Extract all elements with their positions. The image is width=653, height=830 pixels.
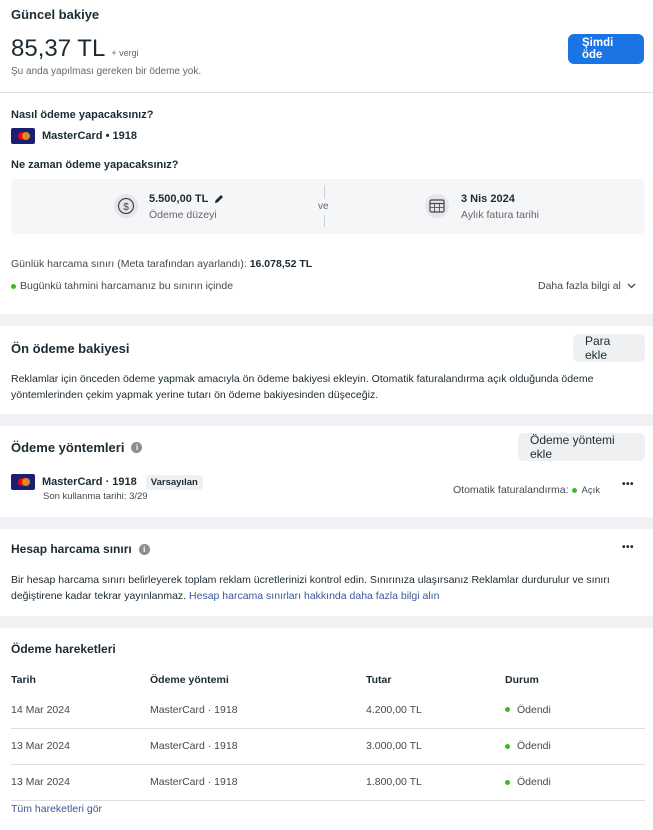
method-last-used: Son kullanma tarihi: 3/29 xyxy=(43,491,148,502)
chevron-down-icon xyxy=(627,283,636,289)
and-text: ve xyxy=(318,201,329,212)
billing-schedule-box: $ 5.500,00 TL Ödeme düzeyi ve 3 Nis 2024… xyxy=(11,179,645,234)
row-date: 14 Mar 2024 xyxy=(11,703,70,716)
prepaid-description: Reklamlar için önceden ödeme yapmak amac… xyxy=(11,373,594,401)
mastercard-icon xyxy=(11,128,35,144)
column-header-status: Durum xyxy=(505,674,539,686)
column-header-amount: Tutar xyxy=(366,674,392,686)
threshold-label: Ödeme düzeyi xyxy=(149,209,217,221)
vertical-divider-bottom xyxy=(324,215,325,227)
prepaid-title: Ön ödeme bakiyesi xyxy=(11,341,130,356)
bill-date: 3 Nis 2024 xyxy=(461,193,515,205)
table-row[interactable]: 13 Mar 2024 MasterCard · 1918 3.000,00 T… xyxy=(11,728,645,764)
section-gap xyxy=(0,616,653,628)
when-pay-label: Ne zaman ödeme yapacaksınız? xyxy=(11,159,179,171)
row-date: 13 Mar 2024 xyxy=(11,740,70,752)
auto-billing-row: Otomatik faturalandırma: Açık xyxy=(453,484,600,496)
transactions-table: Tarih Ödeme yöntemi Tutar Durum 14 Mar 2… xyxy=(11,668,645,801)
divider xyxy=(0,92,653,93)
transactions-card: Ödeme hareketleri Tarih Ödeme yöntemi Tu… xyxy=(0,628,653,830)
threshold-amount-row: 5.500,00 TL xyxy=(149,193,224,205)
more-options-icon[interactable]: ••• xyxy=(622,542,634,553)
table-header-row: Tarih Ödeme yöntemi Tutar Durum xyxy=(11,668,645,692)
within-limit-row: Bugünkü tahmini harcamanız bu sınırın iç… xyxy=(11,280,233,292)
daily-limit-value: 16.078,52 TL xyxy=(249,258,313,270)
status-dot-icon xyxy=(505,779,510,785)
row-method: MasterCard · 1918 xyxy=(150,776,238,788)
status-dot-icon xyxy=(11,283,16,289)
more-options-icon[interactable]: ••• xyxy=(622,479,634,490)
balance-amount: 85,37 TL xyxy=(11,35,106,62)
threshold-amount: 5.500,00 TL xyxy=(149,193,209,205)
more-info-label: Daha fazla bilgi al xyxy=(538,280,621,292)
method-card-label: MasterCard · 1918 xyxy=(42,476,137,488)
balance-subtext: Şu anda yapılması gereken bir ödeme yok. xyxy=(11,66,202,77)
row-amount: 1.800,00 TL xyxy=(366,776,422,788)
see-all-transactions-link[interactable]: Tüm hareketleri gör xyxy=(11,803,102,815)
spend-limit-card: Hesap harcama sınırı i ••• Bir hesap har… xyxy=(0,529,653,616)
spend-limit-description-block: Bir hesap harcama sınırı belirleyerek to… xyxy=(11,572,645,604)
column-header-date: Tarih xyxy=(11,674,36,686)
methods-title: Ödeme yöntemleri xyxy=(11,440,125,455)
method-row: MasterCard · 1918 Varsayılan xyxy=(11,474,203,490)
status-dot-icon xyxy=(505,707,510,713)
row-status-cell: Ödendi xyxy=(505,692,645,728)
payment-methods-card: Ödeme yöntemleri i Ödeme yöntemi ekle Ma… xyxy=(0,426,653,517)
vertical-divider-top xyxy=(324,185,325,199)
mastercard-icon xyxy=(11,474,35,490)
spend-limit-title: Hesap harcama sınırı xyxy=(11,542,132,556)
bill-date-label: Aylık fatura tarihi xyxy=(461,209,540,221)
section-gap xyxy=(0,314,653,326)
svg-text:$: $ xyxy=(123,202,129,213)
auto-billing-label: Otomatik faturalandırma: xyxy=(453,484,569,496)
status-dot-icon xyxy=(571,487,577,493)
prepaid-card: Ön ödeme bakiyesi Para ekle Reklamlar iç… xyxy=(0,326,653,414)
pencil-icon[interactable] xyxy=(214,194,224,204)
spend-limit-link[interactable]: Hesap harcama sınırları hakkında daha fa… xyxy=(189,590,439,602)
tax-note: + vergi xyxy=(111,48,139,58)
section-gap xyxy=(0,517,653,529)
spend-limit-title-row: Hesap harcama sınırı i xyxy=(11,542,150,556)
info-icon[interactable]: i xyxy=(138,543,150,555)
row-status: Ödendi xyxy=(517,703,551,716)
table-row[interactable]: 13 Mar 2024 MasterCard · 1918 1.800,00 T… xyxy=(11,764,645,800)
info-icon[interactable]: i xyxy=(131,442,143,453)
balance-amount-row: 85,37 TL + vergi xyxy=(11,35,139,63)
add-funds-button[interactable]: Para ekle xyxy=(573,334,645,362)
transactions-title: Ödeme hareketleri xyxy=(11,642,116,656)
table-row[interactable]: 14 Mar 2024 MasterCard · 1918 4.200,00 T… xyxy=(11,692,645,728)
pay-now-button[interactable]: Şimdi öde xyxy=(568,34,644,64)
methods-title-row: Ödeme yöntemleri i xyxy=(11,440,143,455)
calendar-icon xyxy=(425,194,449,218)
daily-limit-row: Günlük harcama sınırı (Meta tarafından a… xyxy=(11,258,312,270)
row-status: Ödendi xyxy=(517,740,551,752)
more-info-link[interactable]: Daha fazla bilgi al xyxy=(538,280,636,292)
row-status-cell: Ödendi xyxy=(505,764,645,800)
row-date: 13 Mar 2024 xyxy=(11,776,70,788)
payment-card-row: MasterCard • 1918 xyxy=(11,128,137,144)
column-header-method: Ödeme yöntemi xyxy=(150,674,229,686)
row-method: MasterCard · 1918 xyxy=(150,740,238,752)
row-amount: 4.200,00 TL xyxy=(366,703,422,716)
row-status: Ödendi xyxy=(517,776,551,788)
within-limit-text: Bugünkü tahmini harcamanız bu sınırın iç… xyxy=(20,280,234,292)
daily-limit-prefix: Günlük harcama sınırı (Meta tarafından a… xyxy=(11,258,247,270)
auto-billing-status: Açık xyxy=(581,484,601,496)
row-method: MasterCard · 1918 xyxy=(150,703,238,716)
payment-card-label: MasterCard • 1918 xyxy=(42,130,137,142)
add-payment-method-button[interactable]: Ödeme yöntemi ekle xyxy=(518,433,645,461)
balance-card: Güncel bakiye 85,37 TL + vergi Şu anda y… xyxy=(0,0,653,314)
default-badge: Varsayılan xyxy=(145,474,203,490)
section-gap xyxy=(0,414,653,426)
balance-heading: Güncel bakiye xyxy=(11,7,100,22)
row-amount: 3.000,00 TL xyxy=(366,740,422,752)
how-pay-label: Nasıl ödeme yapacaksınız? xyxy=(11,109,154,121)
status-dot-icon xyxy=(505,743,510,749)
dollar-coin-icon: $ xyxy=(114,194,138,218)
row-status-cell: Ödendi xyxy=(505,728,645,764)
